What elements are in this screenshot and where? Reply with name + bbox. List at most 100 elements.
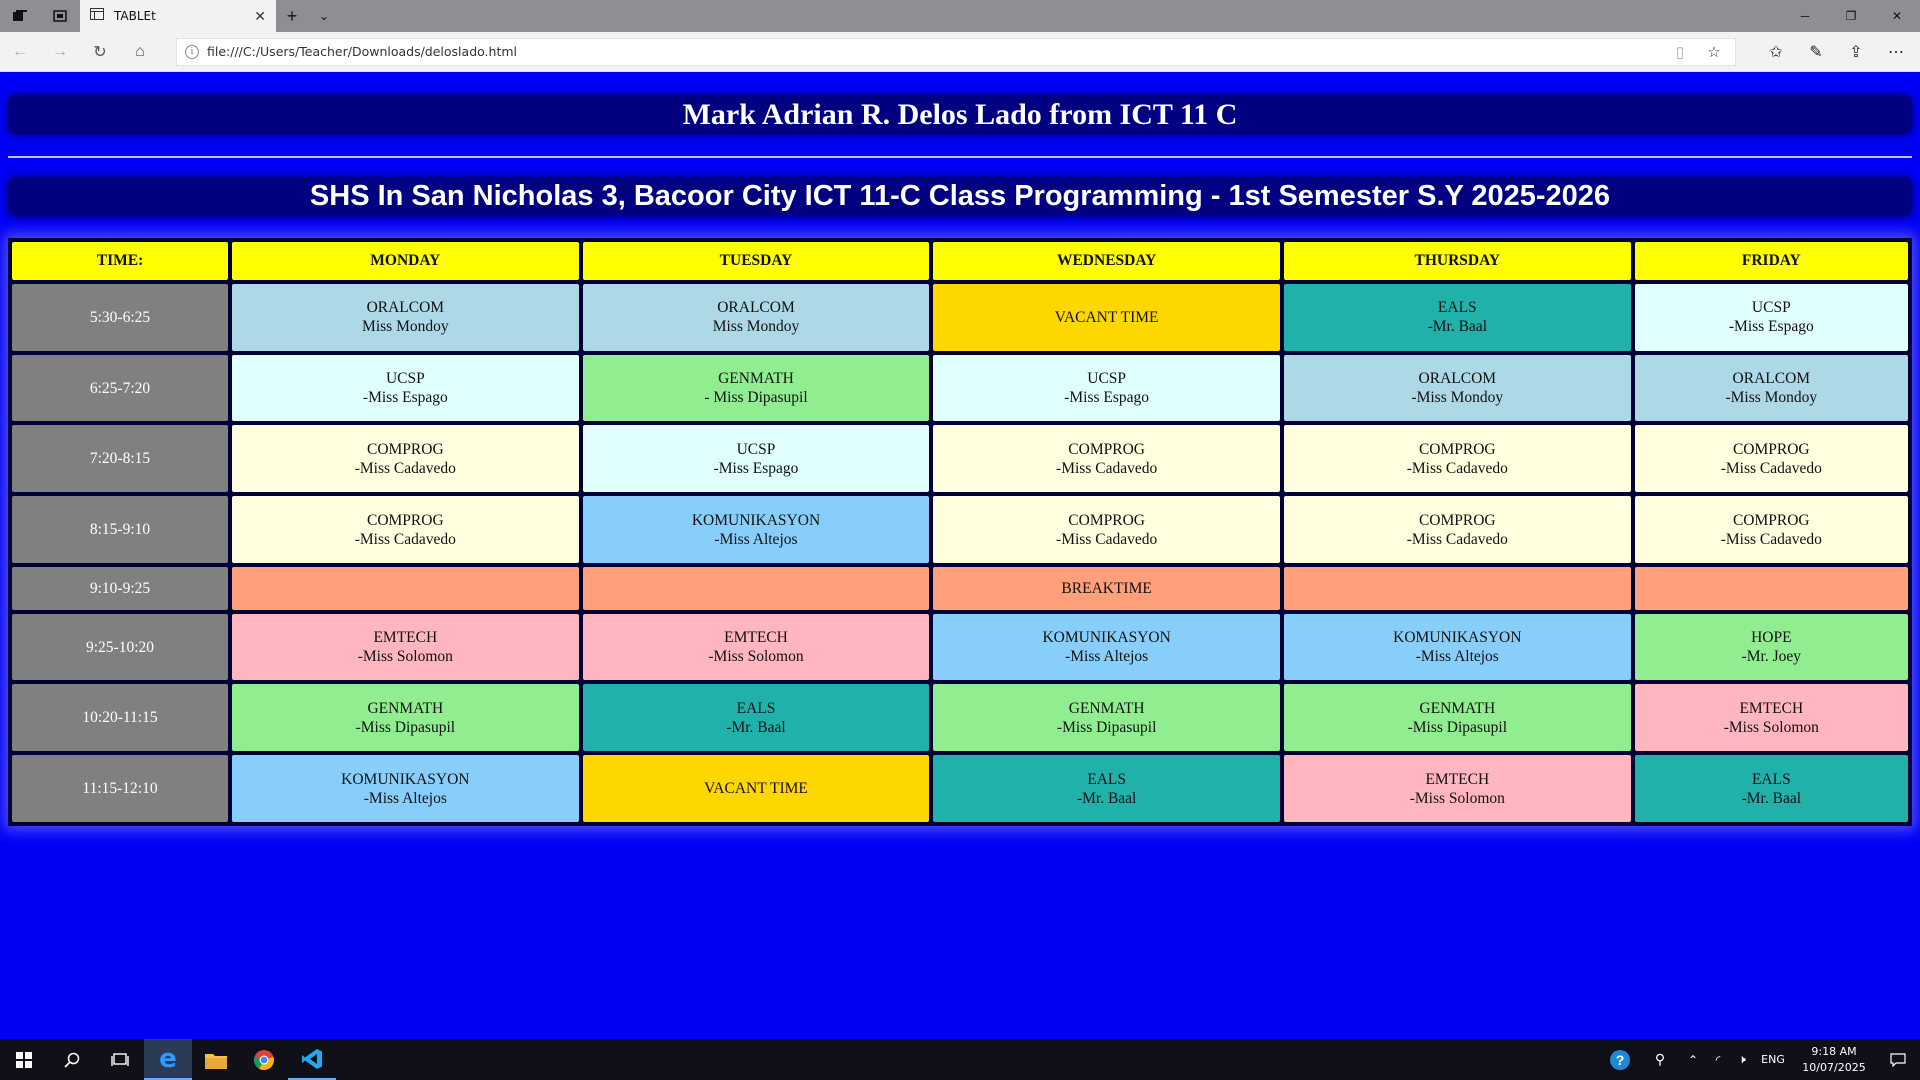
class-cell-tuesday: [582, 566, 930, 610]
teacher-label: -Miss Altejos: [1065, 648, 1149, 666]
url-field[interactable]: i file:///C:/Users/Teacher/Downloads/del…: [176, 37, 1736, 66]
chevron-down-icon[interactable]: ⌄: [308, 0, 340, 32]
forward-icon[interactable]: →: [40, 32, 80, 72]
home-icon[interactable]: ⌂: [120, 32, 160, 72]
tab-title: TABLEt: [114, 9, 156, 23]
windows-start-icon[interactable]: [0, 1039, 48, 1080]
class-cell-friday: COMPROG -Miss Cadavedo: [1634, 496, 1908, 563]
subject-label: GENMATH: [1419, 699, 1496, 717]
teacher-label: -Mr. Baal: [726, 718, 786, 736]
subject-label: COMPROG: [366, 440, 444, 458]
teacher-label: -Miss Cadavedo: [354, 459, 456, 477]
share-icon[interactable]: ⇪: [1836, 32, 1876, 72]
class-cell-friday: [1634, 566, 1908, 610]
teacher-label: -Miss Cadavedo: [1406, 530, 1508, 548]
pen-notes-icon[interactable]: ✎: [1796, 32, 1836, 72]
more-menu-icon[interactable]: ⋯: [1876, 32, 1916, 72]
info-icon[interactable]: i: [185, 44, 199, 59]
class-cell-friday: EMTECH -Miss Solomon: [1634, 684, 1908, 752]
search-icon[interactable]: [48, 1039, 96, 1080]
class-cell-friday: COMPROG -Miss Cadavedo: [1634, 425, 1908, 493]
network-icon[interactable]: ◜: [1706, 1039, 1730, 1080]
subject-label: BREAKTIME: [1061, 579, 1152, 597]
chrome-icon[interactable]: [240, 1039, 288, 1080]
table-row: 10:20-11:15 GENMATH -Miss Dipasupil EALS -Mr…: [12, 684, 1908, 752]
class-cell-thursday: [1283, 566, 1631, 610]
favorite-star-icon[interactable]: ☆: [1701, 43, 1727, 61]
class-cell-thursday: EMTECH -Miss Solomon: [1283, 755, 1631, 822]
subject-label: EALS: [1087, 770, 1127, 788]
teacher-label: -Miss Mondoy: [1411, 389, 1504, 407]
class-cell-monday: UCSP -Miss Espago: [232, 354, 579, 422]
header-wednesday: WEDNESDAY: [933, 242, 1280, 280]
subject-label: KOMUNIKASYON: [1393, 629, 1522, 647]
class-cell-wednesday: EALS -Mr. Baal: [933, 755, 1280, 822]
class-cell-monday: GENMATH -Miss Dipasupil: [232, 684, 579, 752]
class-cell-wednesday: COMPROG -Miss Cadavedo: [933, 496, 1280, 563]
chevron-up-icon[interactable]: ⌃: [1680, 1039, 1706, 1080]
divider: [8, 156, 1912, 158]
help-icon[interactable]: ?: [1600, 1039, 1640, 1080]
class-cell-wednesday: UCSP -Miss Espago: [933, 354, 1280, 422]
teacher-label: -Mr. Baal: [1427, 318, 1487, 336]
header-monday: MONDAY: [232, 242, 579, 280]
subject-label: COMPROG: [1732, 511, 1810, 529]
tab-preview-icon[interactable]: [40, 0, 80, 32]
subject-label: COMPROG: [1732, 440, 1810, 458]
clock[interactable]: 9:18 AM 10/07/2025: [1792, 1039, 1876, 1080]
subject-label: KOMUNIKASYON: [691, 511, 821, 529]
tab-actions-icon[interactable]: [0, 0, 40, 32]
time-slot: 8:15-9:10: [12, 496, 228, 563]
teacher-label: -Miss Espago: [1728, 318, 1814, 336]
subject-label: EMTECH: [1739, 699, 1804, 717]
table-row: 9:25-10:20 EMTECH -Miss Solomon EMTECH -Miss…: [12, 613, 1908, 681]
back-icon[interactable]: ←: [0, 32, 40, 72]
teacher-label: - Miss Dipasupil: [704, 389, 808, 407]
subject-label: HOPE: [1751, 629, 1792, 647]
teacher-label: -Miss Solomon: [1723, 718, 1819, 736]
subject-label: COMPROG: [1418, 440, 1496, 458]
teacher-label: -Miss Solomon: [357, 648, 453, 666]
action-center-icon[interactable]: [1876, 1039, 1920, 1080]
close-window-icon[interactable]: ✕: [1874, 0, 1920, 32]
new-tab-icon[interactable]: +: [276, 0, 308, 32]
teacher-label: -Miss Altejos: [363, 789, 447, 807]
teacher-label: -Miss Cadavedo: [1720, 530, 1822, 548]
teacher-label: -Miss Cadavedo: [354, 530, 456, 548]
subject-label: COMPROG: [1418, 511, 1496, 529]
teacher-label: -Miss Cadavedo: [1720, 459, 1822, 477]
clock-time: 9:18 AM: [1811, 1044, 1857, 1058]
teacher-label: -Mr. Baal: [1076, 789, 1137, 807]
teacher-label: -Miss Solomon: [1409, 789, 1505, 807]
header-friday: FRIDAY: [1634, 242, 1908, 280]
people-icon[interactable]: ⚲: [1640, 1039, 1680, 1080]
address-bar-row: ← → ↻ ⌂ i file:///C:/Users/Teacher/Downl…: [0, 32, 1920, 72]
teacher-label: -Miss Altejos: [1415, 648, 1499, 666]
file-explorer-icon[interactable]: [192, 1039, 240, 1080]
subject-label: COMPROG: [366, 511, 444, 529]
schedule-table: TIME: MONDAY TUESDAY WEDNESDAY THURSDAY …: [8, 238, 1912, 826]
reading-view-icon[interactable]: ▯: [1667, 43, 1693, 61]
teacher-label: -Miss Espago: [713, 459, 799, 477]
taskbar: e ? ⚲ ⌃ ◜ 🕨 ENG 9:18 AM 10/07/2025: [0, 1039, 1920, 1080]
vscode-icon[interactable]: [288, 1039, 336, 1080]
class-cell-monday: COMPROG -Miss Cadavedo: [232, 425, 579, 493]
subject-label: EMTECH: [1425, 770, 1490, 788]
time-slot: 9:25-10:20: [12, 613, 228, 681]
edge-icon[interactable]: e: [144, 1039, 192, 1080]
subject-label: EALS: [1751, 770, 1791, 788]
class-cell-friday: ORALCOM -Miss Mondoy: [1634, 354, 1908, 422]
favorites-hub-icon[interactable]: ✩: [1756, 32, 1796, 72]
table-row: 6:25-7:20 UCSP -Miss Espago GENMATH - Miss D…: [12, 354, 1908, 422]
refresh-icon[interactable]: ↻: [80, 32, 120, 72]
page-heading: Mark Adrian R. Delos Lado from ICT 11 C: [8, 95, 1912, 134]
class-cell-wednesday: GENMATH -Miss Dipasupil: [933, 684, 1280, 752]
table-row: 5:30-6:25 ORALCOM Miss Mondoy ORALCOM Miss M…: [12, 284, 1908, 351]
minimize-icon[interactable]: ─: [1782, 0, 1828, 32]
language-indicator[interactable]: ENG: [1754, 1039, 1792, 1080]
task-view-icon[interactable]: [96, 1039, 144, 1080]
restore-icon[interactable]: ❐: [1828, 0, 1874, 32]
close-tab-icon[interactable]: ✕: [254, 8, 266, 25]
volume-muted-icon[interactable]: 🕨: [1730, 1039, 1754, 1080]
browser-tab-active[interactable]: TABLEt ✕: [80, 0, 276, 32]
